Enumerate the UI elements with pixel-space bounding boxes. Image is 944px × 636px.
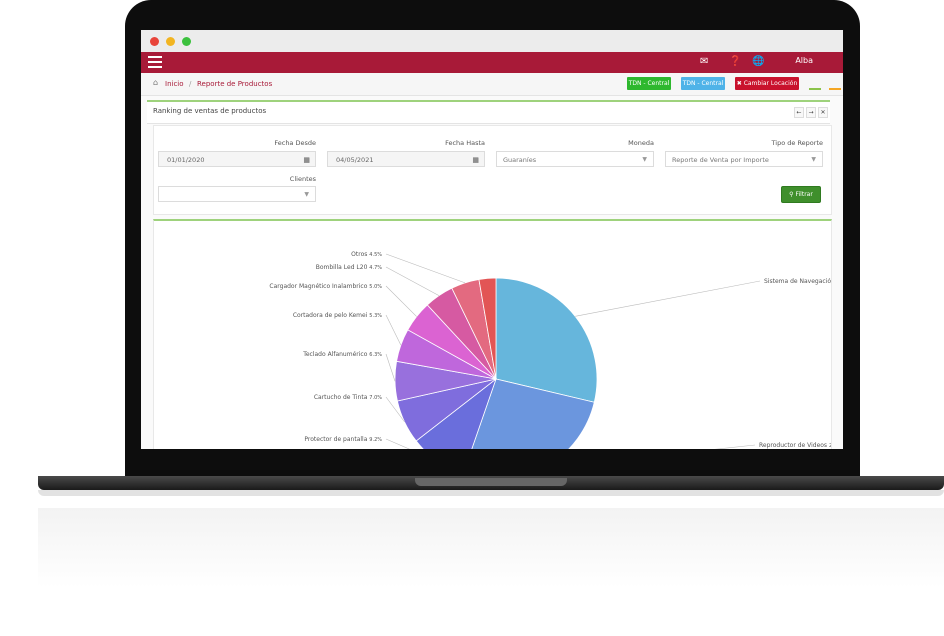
pie-slice-label-text: Cortadora de pelo Kemei	[293, 312, 369, 319]
pie-slice-label: Teclado Alfanumérico 6.3%	[302, 351, 382, 358]
tipo-reporte-select[interactable]: Reporte de Venta por Importe ▼	[665, 151, 823, 167]
close-window-button[interactable]	[150, 37, 159, 46]
help-icon[interactable]: ❓	[729, 56, 741, 67]
pie-chart: Sistema de Navegación para autos 28.7% Re…	[269, 251, 843, 449]
chevron-down-icon: ▼	[642, 156, 647, 163]
fecha-desde-input[interactable]: 01/01/2020 ▦	[158, 151, 316, 167]
fecha-desde-label: Fecha Desde	[274, 139, 316, 147]
pie-leader-line	[385, 314, 402, 346]
moneda-select[interactable]: Guaraníes ▼	[496, 151, 654, 167]
fecha-hasta-input[interactable]: 04/05/2021 ▦	[327, 151, 485, 167]
breadcrumb: ⌂ Inicio / Reporte de Productos TDN - Ce…	[141, 73, 843, 96]
chart-panel: Sistema de Navegación para autos 28.7% Re…	[153, 219, 843, 449]
pie-slice-label-value: 26.6%	[829, 443, 831, 449]
pie-slice-label-text: Sistema de Navegación para autos	[764, 278, 831, 285]
pie-slice-label-text: Cartucho de Tinta	[314, 394, 369, 401]
minimize-window-button[interactable]	[166, 37, 175, 46]
pie-leader-line	[385, 253, 466, 284]
expand-right-icon[interactable]: →	[806, 107, 816, 118]
moneda-label: Moneda	[628, 139, 654, 147]
pie-slice-label-text: Bombilla Led L20	[316, 264, 370, 271]
calendar-icon[interactable]: ▦	[303, 152, 310, 168]
pie-leader-line	[385, 285, 417, 317]
app-screen: ✉ ❓ 🌐 Alba ⌂ Inicio / Reporte de Product…	[141, 30, 843, 449]
refresh-icon[interactable]	[829, 78, 841, 90]
report-panel-header: Ranking de ventas de productos ← → ✕	[147, 100, 830, 124]
filters-section: Fecha Desde 01/01/2020 ▦ Fecha Hasta 04/…	[153, 125, 832, 215]
pie-leader-line	[385, 266, 440, 296]
pie-slice-label-value: 7.0%	[369, 395, 382, 401]
change-location-label: Cambiar Locación	[743, 80, 798, 87]
change-location-button[interactable]: ✖ Cambiar Locación	[735, 77, 799, 90]
window-titlebar	[141, 30, 843, 52]
globe-icon[interactable]: 🌐	[752, 56, 764, 67]
mail-icon[interactable]: ✉	[700, 56, 708, 67]
hamburger-menu-icon[interactable]	[148, 56, 162, 68]
pie-slice-label-value: 9.2%	[369, 437, 382, 443]
close-panel-icon[interactable]: ✕	[818, 107, 828, 118]
tipo-reporte-label: Tipo de Reporte	[771, 139, 823, 147]
pie-slice-label-text: Protector de pantalla	[304, 436, 369, 443]
filter-button[interactable]: ⚲ Filtrar	[781, 186, 821, 203]
panel-title: Ranking de ventas de productos	[153, 107, 267, 115]
chevron-down-icon: ▼	[811, 156, 816, 163]
pie-slice-label-text: Otros	[351, 251, 369, 258]
pie-slice-label: Protector de pantalla 9.2%	[304, 436, 382, 443]
laptop-notch	[415, 478, 567, 486]
top-navbar: ✉ ❓ 🌐 Alba	[141, 52, 843, 73]
fecha-hasta-label: Fecha Hasta	[445, 139, 485, 147]
pie-slice-label-value: 6.3%	[369, 352, 382, 358]
maximize-window-button[interactable]	[182, 37, 191, 46]
pie-slice-label: Cargador Magnético Inalambrico 5.0%	[269, 283, 382, 290]
clientes-label: Clientes	[289, 175, 316, 183]
filter-button-label: Filtrar	[795, 191, 813, 198]
pie-slice-label: Bombilla Led L20 4.7%	[316, 264, 383, 271]
calendar-icon[interactable]: ▦	[472, 152, 479, 168]
collapse-left-icon[interactable]: ←	[794, 107, 804, 118]
pie-slice-label: Cortadora de pelo Kemei 5.3%	[293, 312, 382, 319]
fecha-desde-value: 01/01/2020	[167, 156, 205, 164]
pie-slice-label-value: 5.0%	[369, 284, 382, 290]
pie-slice-label: Cartucho de Tinta 7.0%	[314, 394, 382, 401]
pie-slice-label: Sistema de Navegación para autos 28.7%	[764, 278, 831, 285]
pie-slice-label-value: 4.7%	[369, 265, 382, 271]
pie-leader-line	[575, 280, 761, 317]
fecha-hasta-value: 04/05/2021	[336, 156, 374, 164]
tipo-reporte-value: Reporte de Venta por Importe	[672, 156, 769, 164]
pie-slice-label-text: Teclado Alfanumérico	[302, 351, 369, 358]
breadcrumb-home[interactable]: Inicio	[165, 80, 184, 88]
home-icon[interactable]: ⌂	[153, 78, 158, 87]
pie-slice-label: Reproductor de Videos 26.6%	[759, 442, 831, 449]
pie-leader-line	[385, 353, 396, 382]
pie-slice-label-value: 5.3%	[369, 313, 382, 319]
expand-icon[interactable]	[809, 78, 821, 90]
pie-slice-label: Otros 4.5%	[351, 251, 382, 258]
breadcrumb-current: Reporte de Productos	[197, 80, 273, 88]
search-icon: ⚲	[789, 191, 794, 198]
user-name[interactable]: Alba	[795, 56, 813, 65]
laptop-reflection	[38, 508, 944, 588]
moneda-value: Guaraníes	[503, 156, 537, 164]
breadcrumb-separator: /	[189, 80, 192, 88]
laptop-shadow	[38, 490, 944, 496]
clientes-select[interactable]: ▼	[158, 186, 316, 202]
pie-slice-label-text: Reproductor de Videos	[759, 442, 829, 449]
pie-slice-label-value: 4.5%	[369, 252, 382, 258]
pie-slice-label-text: Cargador Magnético Inalambrico	[269, 283, 369, 290]
location-tag-1[interactable]: TDN - Central	[627, 77, 671, 90]
location-tag-2[interactable]: TDN - Central	[681, 77, 725, 90]
chevron-down-icon: ▼	[304, 191, 309, 198]
pie-leader-line	[714, 444, 756, 449]
